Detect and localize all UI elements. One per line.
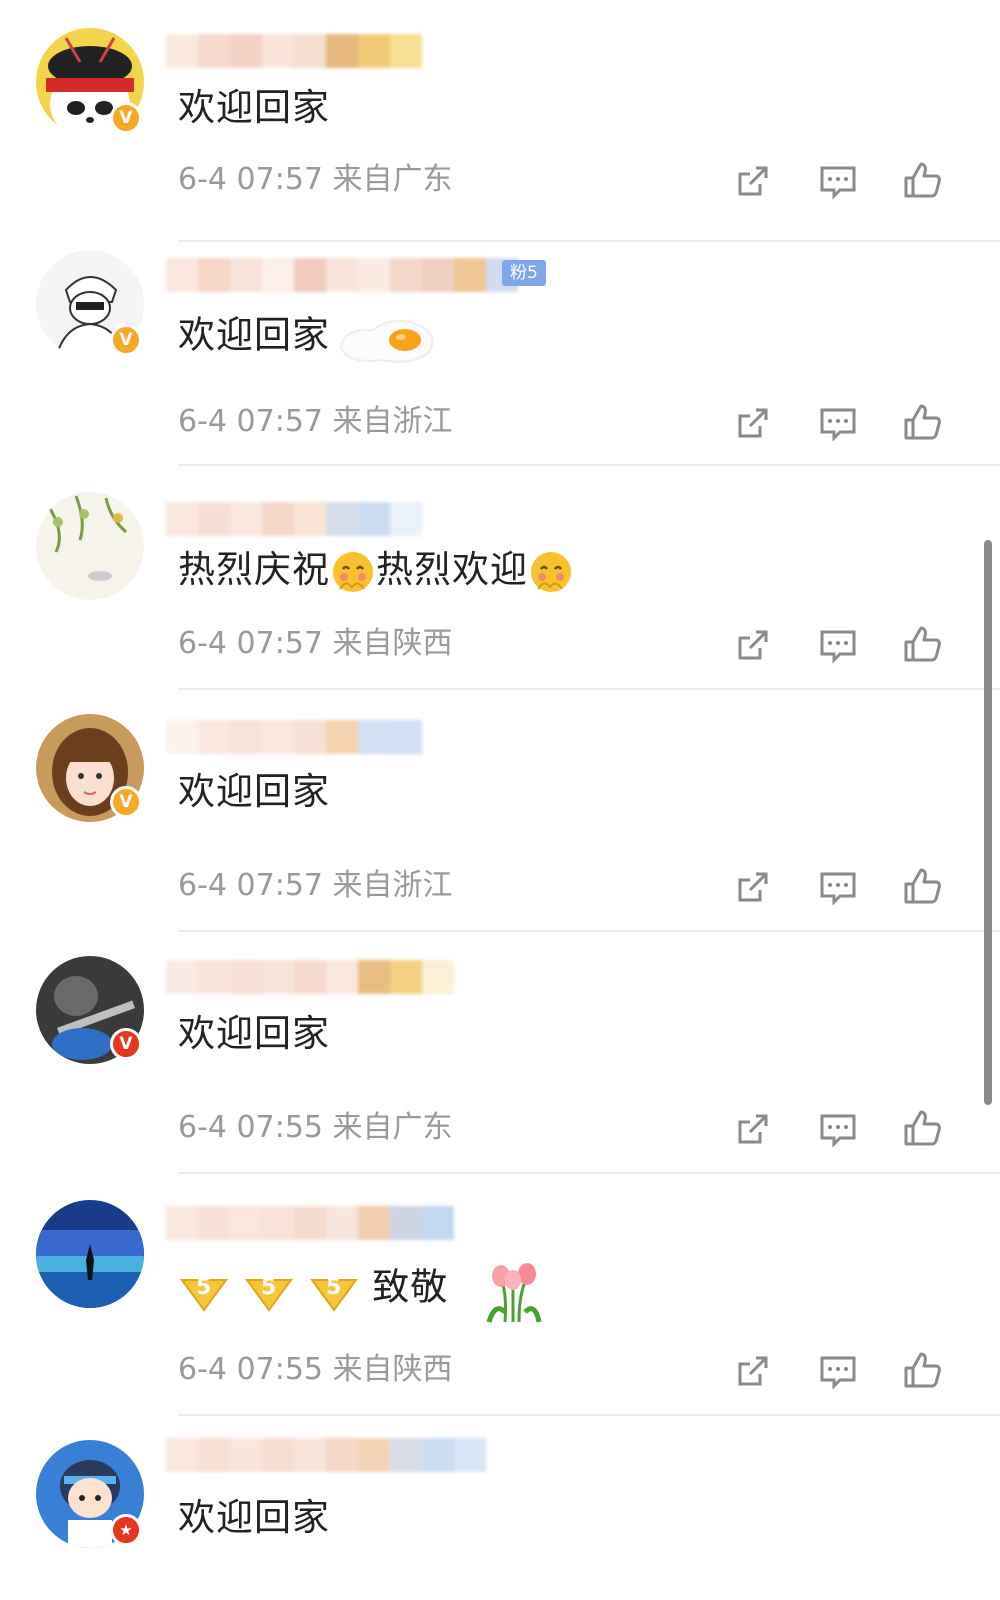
comment-time: 6-4 07:55 <box>178 1110 323 1145</box>
like-icon <box>904 162 941 198</box>
share-icon <box>738 872 768 902</box>
comment-button[interactable] <box>818 404 858 444</box>
pleading-face-emoji-icon <box>531 551 571 592</box>
share-icon <box>738 1356 768 1386</box>
comment-meta: 6-4 07:57 来自浙江 <box>178 868 453 904</box>
like-icon <box>904 868 941 904</box>
comment-item: V 欢迎回家 6-4 07:55 来自广东 <box>0 932 1000 1174</box>
comment-location: 来自广东 <box>332 1110 453 1145</box>
comment-item: 热烈庆祝 热烈欢迎 6-4 07:57 来自陕西 <box>0 466 1000 690</box>
comment-meta: 6-4 07:55 来自陕西 <box>178 1352 453 1388</box>
verified-badge: V <box>110 324 142 356</box>
comment-time: 6-4 07:55 <box>178 1352 323 1387</box>
username-blurred[interactable] <box>166 1438 486 1472</box>
like-button[interactable] <box>902 1350 942 1390</box>
scrollbar[interactable] <box>984 540 992 1105</box>
user-avatar[interactable] <box>36 1200 144 1308</box>
username-blurred[interactable] <box>166 960 454 994</box>
like-button[interactable] <box>902 624 942 664</box>
comment-item: V 欢迎回家 6-4 07:57 来自浙江 <box>0 690 1000 932</box>
comment-text: 5 5 5 致敬 <box>178 1252 555 1326</box>
share-icon <box>738 630 768 660</box>
five-down-arrow-icon: 5 <box>244 1275 293 1312</box>
share-icon <box>738 166 768 196</box>
comment-button[interactable] <box>818 1110 858 1150</box>
tulip-bouquet-icon <box>486 1263 542 1323</box>
verified-badge: V <box>110 1028 142 1060</box>
comment-meta: 6-4 07:57 来自浙江 <box>178 404 453 440</box>
comment-button[interactable] <box>818 1352 858 1392</box>
fan-badge: 粉5 <box>502 260 546 286</box>
comment-item: V 粉5 欢迎回家 6-4 07:57 来自浙江 <box>0 224 1000 466</box>
comment-text: 欢迎回家 <box>178 86 330 129</box>
verified-badge: V <box>110 786 142 818</box>
share-icon <box>738 408 768 438</box>
comment-text: 欢迎回家 <box>178 308 443 366</box>
user-avatar[interactable] <box>36 492 144 600</box>
like-icon <box>904 404 941 440</box>
like-button[interactable] <box>902 866 942 906</box>
comment-location: 来自陕西 <box>332 1352 453 1387</box>
share-button[interactable] <box>732 626 772 666</box>
share-button[interactable] <box>732 1110 772 1150</box>
like-button[interactable] <box>902 1108 942 1148</box>
like-icon <box>904 1110 941 1146</box>
comment-time: 6-4 07:57 <box>178 626 323 661</box>
comment-text: 热烈庆祝 热烈欢迎 <box>178 548 574 595</box>
like-icon <box>904 626 941 662</box>
comment-icon <box>820 630 856 664</box>
pleading-face-emoji-icon <box>333 551 373 592</box>
comment-icon <box>820 1356 856 1390</box>
five-down-arrow-icon: 5 <box>309 1275 358 1312</box>
like-button[interactable] <box>902 160 942 200</box>
username-blurred[interactable] <box>166 258 518 292</box>
sea-avatar-icon <box>36 1200 144 1308</box>
comment-item: 5 5 5 致敬 6-4 07:55 来自陕西 <box>0 1174 1000 1416</box>
comment-location: 来自浙江 <box>332 868 453 903</box>
comment-meta: 6-4 07:55 来自广东 <box>178 1110 453 1146</box>
comment-location: 来自广东 <box>332 162 453 197</box>
comment-location: 来自陕西 <box>332 626 453 661</box>
comment-icon <box>820 1114 856 1148</box>
share-button[interactable] <box>732 868 772 908</box>
comment-button[interactable] <box>818 626 858 666</box>
share-button[interactable] <box>732 404 772 444</box>
fried-egg-icon <box>339 319 434 363</box>
comment-meta: 6-4 07:57 来自广东 <box>178 162 453 198</box>
comment-icon <box>820 872 856 906</box>
svg-text:5: 5 <box>326 1275 342 1300</box>
comment-text: 欢迎回家 <box>178 1496 330 1539</box>
username-blurred[interactable] <box>166 720 422 754</box>
share-button[interactable] <box>732 162 772 202</box>
comment-icon <box>820 408 856 442</box>
comment-text: 欢迎回家 <box>178 1012 330 1055</box>
share-button[interactable] <box>732 1352 772 1392</box>
five-down-arrow-icon: 5 <box>180 1275 228 1312</box>
comment-button[interactable] <box>818 868 858 908</box>
share-icon <box>738 1114 768 1144</box>
comment-time: 6-4 07:57 <box>178 404 323 439</box>
comment-location: 来自浙江 <box>332 404 453 439</box>
comment-time: 6-4 07:57 <box>178 162 323 197</box>
comment-text: 欢迎回家 <box>178 770 330 813</box>
verified-badge: ★ <box>110 1514 142 1546</box>
verified-badge: V <box>110 102 142 134</box>
like-button[interactable] <box>902 402 942 442</box>
comment-time: 6-4 07:57 <box>178 868 323 903</box>
comment-icon <box>820 166 856 200</box>
comment-item: ★ 欢迎回家 <box>0 1416 1000 1600</box>
username-blurred[interactable] <box>166 34 422 68</box>
comment-meta: 6-4 07:57 来自陕西 <box>178 626 453 662</box>
username-blurred[interactable] <box>166 1206 454 1240</box>
comment-button[interactable] <box>818 162 858 202</box>
svg-text:5: 5 <box>261 1275 277 1300</box>
username-blurred[interactable] <box>166 502 422 536</box>
svg-text:5: 5 <box>196 1275 212 1300</box>
flowers-avatar-icon <box>36 492 144 600</box>
comment-item: V 欢迎回家 6-4 07:57 来自广东 <box>0 0 1000 242</box>
like-icon <box>904 1352 941 1388</box>
